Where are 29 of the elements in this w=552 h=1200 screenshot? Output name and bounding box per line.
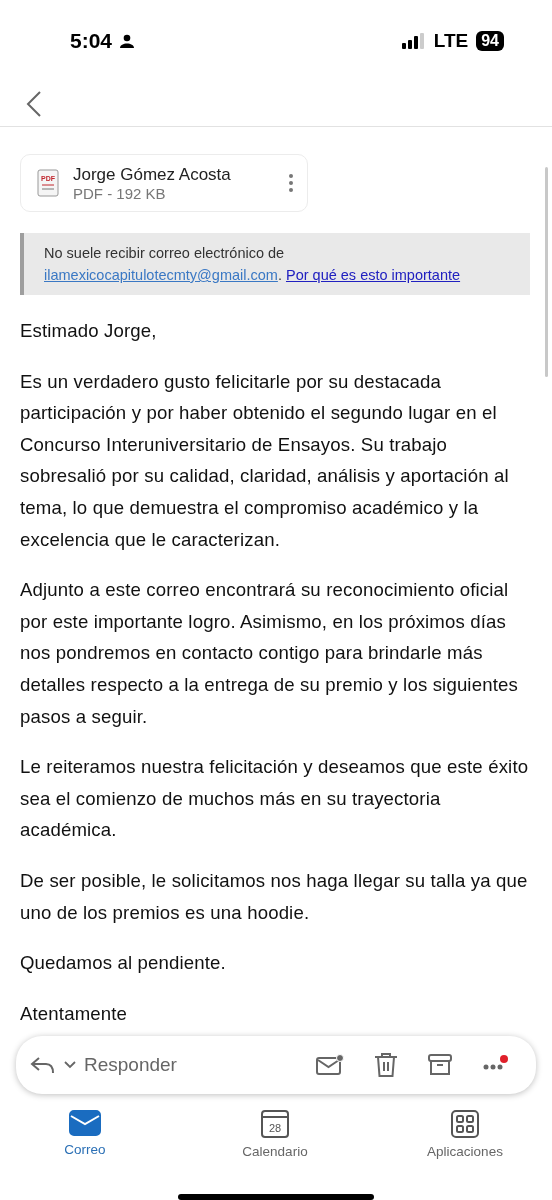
battery-indicator: 94 (476, 31, 504, 51)
status-time: 5:04 (70, 29, 113, 53)
person-icon (120, 34, 135, 48)
message-paragraph: Atentamente (20, 1001, 129, 1026)
message-paragraph: De ser posible, le solicitamos nos haga llegar su talla ya que uno de los premios es una hoodie. (20, 868, 529, 925)
message-paragraph: Quedamos al pendiente. (20, 951, 227, 976)
mail-icon (69, 1110, 101, 1136)
tab-bar-item[interactable]: 28 Calendario (220, 1110, 330, 1182)
tab-bar-item[interactable]: Aplicaciones (410, 1110, 520, 1182)
attachment-name: Jorge Gómez Acosta (73, 164, 232, 185)
warning-text: No suele recibir correo electrónico de (44, 245, 285, 261)
why-important-link[interactable]: Por qué es esto importante (285, 267, 461, 283)
message-paragraph: Le reiteramos nuestra felicitación y deseamos que este éxito sea el comienzo de muchos más en su trayectoria académica. (20, 755, 530, 843)
sender-email-link[interactable]: ilamexicocapitulotecmty@gmail.com (44, 267, 278, 283)
message-paragraph: Adjunto a este correo encontrará su reconocimiento oficial por este importante logro. Asimismo, en los próximos días nos pondremos en contacto contigo para brindarle más detalles respecto a la entrega de su premio y los siguientes pasos a seguir. (20, 578, 519, 729)
attachment-details: PDF - 192 KB (73, 184, 167, 202)
reply-arrow-icon (30, 1056, 56, 1074)
signal-icon (401, 33, 426, 49)
network-label: LTE (433, 30, 469, 52)
back-button[interactable] (24, 89, 44, 119)
tab-bar-item[interactable]: Correo (30, 1110, 140, 1182)
caret-icon (64, 1061, 76, 1069)
calendar-icon: 28 (261, 1110, 289, 1138)
reply-button[interactable]: Responder (30, 1054, 296, 1076)
more-options-icon[interactable] (289, 174, 293, 192)
apps-icon (451, 1110, 479, 1138)
message-paragraph: Es un verdadero gusto felicitarle por su destacada participación y por haber obtenido el segundo lugar en el Concurso Interuniversitario de Ensayos. Su trabajo sobresalió por su calidad, claridad, análisis y aportación al tema, lo que demuestra el compromiso académico y la excelencia que le caracterizan. (20, 369, 510, 552)
message-paragraph: Estimado Jorge, (20, 319, 158, 343)
warning-punctuation: . (277, 267, 282, 283)
